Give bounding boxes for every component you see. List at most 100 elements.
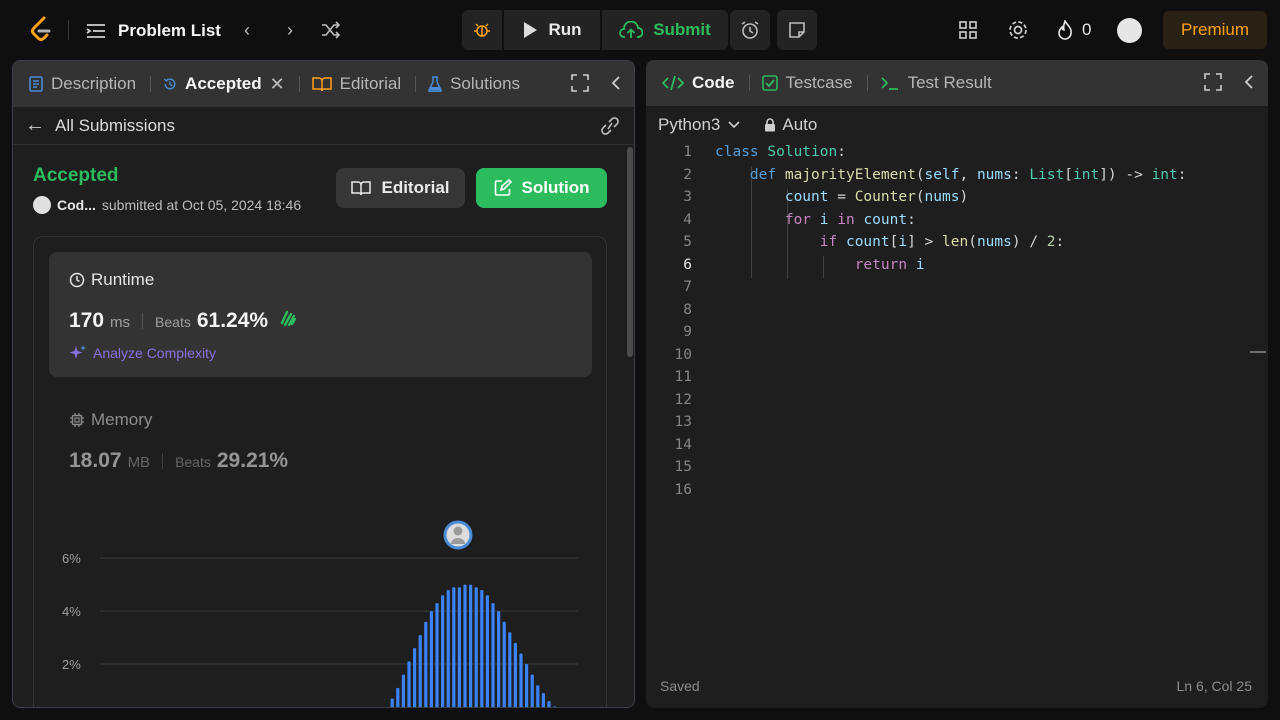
distribution-bar[interactable] <box>474 587 478 708</box>
tab-code[interactable]: Code <box>662 60 749 106</box>
submitter-name[interactable]: Cod... <box>57 197 96 213</box>
shuffle-icon[interactable] <box>320 20 340 40</box>
debug-button[interactable] <box>462 10 502 50</box>
line-number: 13 <box>674 414 692 430</box>
run-label: Run <box>548 20 582 39</box>
solution-button-label: Solution <box>521 178 590 197</box>
lock-icon <box>765 118 776 132</box>
runtime-header: Runtime <box>69 270 154 290</box>
left-tab-bar: Description Accepted ✕ Editorial Solutio… <box>13 61 634 107</box>
runtime-distribution-chart[interactable]: 6% 4% 2% <box>34 517 606 708</box>
distribution-bar[interactable] <box>541 693 545 708</box>
distribution-bar[interactable] <box>513 642 517 708</box>
tab-editorial[interactable]: Editorial <box>311 61 415 107</box>
tab-solutions-label: Solutions <box>450 74 521 93</box>
problem-list-link[interactable]: Problem List <box>86 18 221 44</box>
distribution-bar[interactable] <box>424 621 428 708</box>
solution-button[interactable]: Solution <box>476 168 607 208</box>
language-select[interactable]: Python3 <box>658 115 740 135</box>
distribution-bar[interactable] <box>485 595 489 708</box>
edit-icon <box>494 179 512 196</box>
distribution-bar[interactable] <box>553 706 557 708</box>
tab-solutions[interactable]: Solutions <box>428 61 534 107</box>
distribution-bar[interactable] <box>457 587 461 708</box>
distribution-bar[interactable] <box>530 674 534 708</box>
timer-button[interactable] <box>730 10 770 50</box>
maximize-icon[interactable] <box>1204 73 1222 91</box>
runtime-card[interactable]: Runtime 170 ms Beats 61.24% Analyze Comp… <box>49 252 592 377</box>
memory-unit: MB <box>127 454 151 471</box>
language-label: Python3 <box>658 115 721 134</box>
distribution-bar[interactable] <box>407 661 411 708</box>
y-tick-label: 4% <box>62 604 81 619</box>
list-icon <box>86 24 105 38</box>
prev-problem-icon[interactable]: ‹ <box>237 20 257 40</box>
maximize-icon[interactable] <box>571 74 589 92</box>
divider <box>68 20 69 40</box>
left-panel-controls <box>571 74 621 92</box>
next-problem-icon[interactable]: › <box>280 20 300 40</box>
tab-description[interactable]: Description <box>29 61 150 107</box>
tab-testcase[interactable]: Testcase <box>761 60 867 106</box>
code-line: 1 class Solution: <box>646 144 1246 167</box>
submitted-at: submitted at Oct 05, 2024 18:46 <box>101 197 302 213</box>
leetcode-logo[interactable] <box>28 16 54 44</box>
autocomplete-mode[interactable]: Auto <box>764 115 817 135</box>
line-number: 10 <box>674 346 692 363</box>
distribution-bar[interactable] <box>413 648 417 708</box>
analyze-complexity-link[interactable]: Analyze Complexity <box>69 344 216 362</box>
note-icon <box>789 22 805 38</box>
premium-button[interactable]: Premium <box>1163 11 1267 49</box>
clapping-hands-icon <box>280 310 297 327</box>
close-tab-icon[interactable]: ✕ <box>270 74 285 95</box>
tab-test-result-label: Test Result <box>907 73 992 92</box>
distribution-bar[interactable] <box>519 653 523 708</box>
collapse-icon[interactable] <box>611 74 621 92</box>
distribution-bar[interactable] <box>401 674 405 708</box>
tab-test-result[interactable]: Test Result <box>880 60 1006 106</box>
distribution-bar[interactable] <box>435 603 439 708</box>
notes-button[interactable] <box>777 10 817 50</box>
gear-icon[interactable] <box>1007 19 1029 41</box>
submit-button[interactable]: Submit <box>602 10 728 50</box>
streak-counter[interactable]: 0 <box>1056 20 1091 40</box>
code-editor[interactable]: 1 class Solution: 2 def majorityElement(s… <box>646 144 1268 664</box>
collapse-icon[interactable] <box>1244 73 1254 91</box>
line-number: 8 <box>683 301 692 318</box>
editorial-button[interactable]: Editorial <box>336 168 465 208</box>
distribution-bar[interactable] <box>525 664 529 708</box>
distribution-bar[interactable] <box>446 589 450 708</box>
line-number: 9 <box>683 324 692 340</box>
distribution-bar[interactable] <box>491 603 495 708</box>
distribution-bar[interactable] <box>452 587 456 708</box>
distribution-bar[interactable] <box>536 685 540 708</box>
line-number: 1 <box>683 144 692 160</box>
layout-grid-icon[interactable] <box>958 20 978 40</box>
distribution-bar[interactable] <box>469 584 473 708</box>
y-tick-label: 6% <box>62 551 81 566</box>
distribution-bar[interactable] <box>502 621 506 708</box>
distribution-bar[interactable] <box>497 611 501 708</box>
distribution-bar[interactable] <box>463 584 467 708</box>
distribution-bar[interactable] <box>480 589 484 708</box>
memory-header[interactable]: Memory <box>69 410 152 430</box>
saved-status: Saved <box>660 678 700 694</box>
back-arrow-icon[interactable]: ← <box>25 114 45 137</box>
distribution-bar[interactable] <box>418 634 422 708</box>
document-icon <box>29 76 43 92</box>
tab-accepted[interactable]: Accepted ✕ <box>163 61 299 107</box>
distribution-bar[interactable] <box>508 632 512 708</box>
distribution-bar[interactable] <box>429 611 433 708</box>
editor-scroll-marker[interactable] <box>1250 351 1266 353</box>
all-submissions-link[interactable]: All Submissions <box>55 116 175 136</box>
distribution-bar[interactable] <box>390 698 394 708</box>
submission-status: Accepted <box>33 165 119 186</box>
left-scrollbar[interactable] <box>627 147 633 357</box>
distribution-bar[interactable] <box>547 701 551 708</box>
bug-icon <box>474 23 490 37</box>
distribution-bar[interactable] <box>396 687 400 708</box>
distribution-bar[interactable] <box>441 595 445 708</box>
run-button[interactable]: Run <box>504 10 600 50</box>
link-icon[interactable] <box>599 116 621 136</box>
user-avatar[interactable] <box>1117 18 1142 43</box>
